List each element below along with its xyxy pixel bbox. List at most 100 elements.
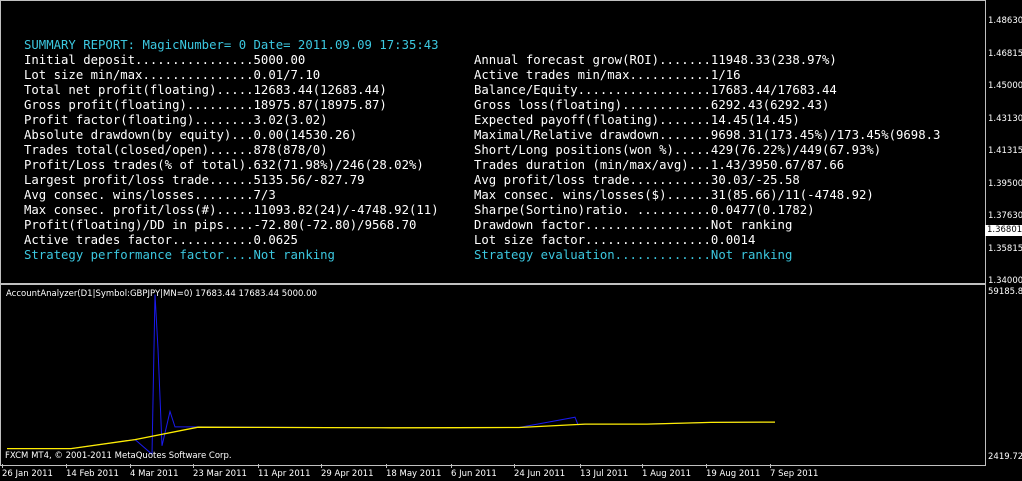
current-price-label: 1.36801 [985, 225, 1022, 236]
report-row: Largest profit/loss trade......5135.56/-… [24, 173, 365, 188]
time-tick [130, 464, 131, 468]
report-row: Strategy performance factor....Not ranki… [24, 248, 335, 263]
report-row-value: 0.01/7.10 [253, 68, 321, 82]
indicator-chart [7, 294, 776, 456]
report-row-label: Strategy performance factor.... [24, 248, 254, 262]
report-row-value: 18975.87(18975.87) [253, 98, 387, 112]
report-row-value: Not ranking [710, 248, 793, 262]
report-row-value: Not ranking [253, 248, 335, 262]
time-tick [770, 464, 771, 468]
price-scale-label: 1.41315 [988, 146, 1022, 156]
report-row: Gross loss(floating)............6292.43(… [474, 98, 829, 113]
report-row: Profit(floating)/DD in pips....-72.80(-7… [24, 218, 416, 233]
time-tick [580, 464, 581, 468]
report-row-label: Drawdown factor................. [474, 218, 711, 232]
price-scale-label: 1.39500 [988, 178, 1022, 189]
time-axis-label: 19 Aug 2011 [706, 469, 761, 479]
report-row-value: 0.0477(0.1782) [710, 203, 815, 217]
report-row: Active trades factor...........0.0625 [24, 233, 298, 248]
report-row-label: Profit factor(floating)........ [24, 113, 254, 127]
report-row: Lot size min/max...............0.01/7.10 [24, 68, 320, 83]
report-row: Drawdown factor.................Not rank… [474, 218, 792, 233]
report-row-value: 3.02(3.02) [253, 113, 328, 127]
time-tick [642, 464, 643, 468]
report-row: Trades duration (min/max/avg)...1.43/395… [474, 158, 844, 173]
copyright-text: FXCM MT4, © 2001-2011 MetaQuotes Softwar… [5, 451, 232, 461]
price-scale-label: 1.48630 [988, 16, 1022, 26]
report-row: Annual forecast grow(ROI).......11948.33… [474, 53, 837, 68]
report-row-value: 5135.56/-827.79 [253, 173, 365, 187]
report-row-label: Trades duration (min/max/avg)... [474, 158, 711, 172]
report-row-label: Maximal/Relative drawdown....... [474, 128, 711, 142]
report-row: Sharpe(Sortino)ratio. ..........0.0477(0… [474, 203, 815, 218]
report-row-label: Expected payoff(floating)....... [474, 113, 711, 127]
report-row: Short/Long positions(won %).....429(76.2… [474, 143, 881, 158]
report-row: Expected payoff(floating).......14.45(14… [474, 113, 800, 128]
time-tick [514, 464, 515, 468]
report-row-value: 11093.82(24)/-4748.92(11) [253, 203, 439, 217]
time-axis-label: 29 Apr 2011 [321, 469, 374, 479]
report-row-label: Gross loss(floating)............ [474, 98, 711, 112]
report-row-value: 429(76.22%)/449(67.93%) [710, 143, 882, 157]
report-row: Lot size factor.................0.0014 [474, 233, 755, 248]
time-tick [321, 464, 322, 468]
time-axis-label: 24 Jun 2011 [514, 469, 566, 479]
time-axis-label: 4 Mar 2011 [130, 469, 179, 479]
indicator-scale-bottom: 2419.72 [988, 452, 1022, 462]
report-row-label: Avg profit/loss trade........... [474, 173, 711, 187]
report-row-value: 632(71.98%)/246(28.02%) [253, 158, 424, 172]
report-row: Balance/Equity..................17683.44… [474, 83, 837, 98]
time-axis-label: 13 Jul 2011 [580, 469, 629, 479]
report-row-value: 9698.31(173.45%)/173.45%(9698.3 [710, 128, 941, 142]
summary-report: SUMMARY REPORT: MagicNumber= 0 Date= 201… [0, 0, 985, 283]
report-row-label: Active trades min/max........... [474, 68, 711, 82]
report-row-value: 14.45(14.45) [710, 113, 800, 127]
report-header: SUMMARY REPORT: MagicNumber= 0 Date= 201… [24, 38, 439, 52]
report-row-value: 11948.33(238.97%) [710, 53, 837, 67]
report-row: Avg consec. wins/losses........7/3 [24, 188, 276, 203]
report-row-value: 1/16 [710, 68, 741, 82]
report-row-label: Absolute drawdown(by equity)... [24, 128, 254, 142]
time-tick [706, 464, 707, 468]
price-scale-label: 1.35815 [988, 243, 1022, 254]
time-axis-label: 7 Sep 2011 [770, 469, 819, 479]
time-axis-label: 11 Apr 2011 [258, 469, 311, 479]
report-row: Active trades min/max...........1/16 [474, 68, 741, 83]
time-tick [386, 464, 387, 468]
time-tick [66, 464, 67, 468]
time-axis-label: 14 Feb 2011 [66, 469, 119, 479]
report-row-value: 6292.43(6292.43) [710, 98, 830, 112]
report-row-value: 30.03/-25.58 [710, 173, 800, 187]
report-row-value: 1.43/3950.67/87.66 [710, 158, 845, 172]
report-row-value: Not ranking [710, 218, 793, 232]
report-row-label: Total net profit(floating)..... [24, 83, 254, 97]
report-row-label: Largest profit/loss trade...... [24, 173, 254, 187]
report-row-label: Balance/Equity.................. [474, 83, 711, 97]
report-row: Gross profit(floating).........18975.87(… [24, 98, 387, 113]
price-scale-label: 1.46815 [988, 48, 1022, 59]
time-tick [258, 464, 259, 468]
report-row: Profit factor(floating)........3.02(3.02… [24, 113, 328, 128]
indicator-scale-top: 59185.86 [988, 287, 1022, 297]
report-row-label: Profit/Loss trades(% of total). [24, 158, 254, 172]
price-scale-label: 1.37630 [988, 211, 1022, 221]
report-row: Initial deposit................5000.00 [24, 53, 305, 68]
time-axis-label: 26 Jan 2011 [2, 469, 53, 479]
main-chart-panel[interactable]: SUMMARY REPORT: MagicNumber= 0 Date= 201… [0, 0, 1022, 286]
report-row-value: 5000.00 [253, 53, 306, 67]
report-row-label: Profit(floating)/DD in pips.... [24, 218, 254, 232]
time-tick [451, 464, 452, 468]
report-row-value: 0.0625 [253, 233, 298, 247]
report-row-label: Lot size min/max............... [24, 68, 254, 82]
report-row-label: Gross profit(floating)......... [24, 98, 254, 112]
price-scale-label: 1.45000 [988, 81, 1022, 91]
report-row-label: Avg consec. wins/losses........ [24, 188, 254, 202]
report-row: Max consec. profit/loss(#).....11093.82(… [24, 203, 439, 218]
balance-line [7, 421, 776, 450]
report-row-label: Max consec. wins/losses($)...... [474, 188, 711, 202]
time-axis-label: 23 Mar 2011 [193, 469, 247, 479]
price-scale-label: 1.34000 [988, 276, 1022, 286]
report-row: Avg profit/loss trade...........30.03/-2… [474, 173, 800, 188]
report-row-value: 17683.44/17683.44 [710, 83, 837, 97]
report-row-label: Short/Long positions(won %)..... [474, 143, 711, 157]
